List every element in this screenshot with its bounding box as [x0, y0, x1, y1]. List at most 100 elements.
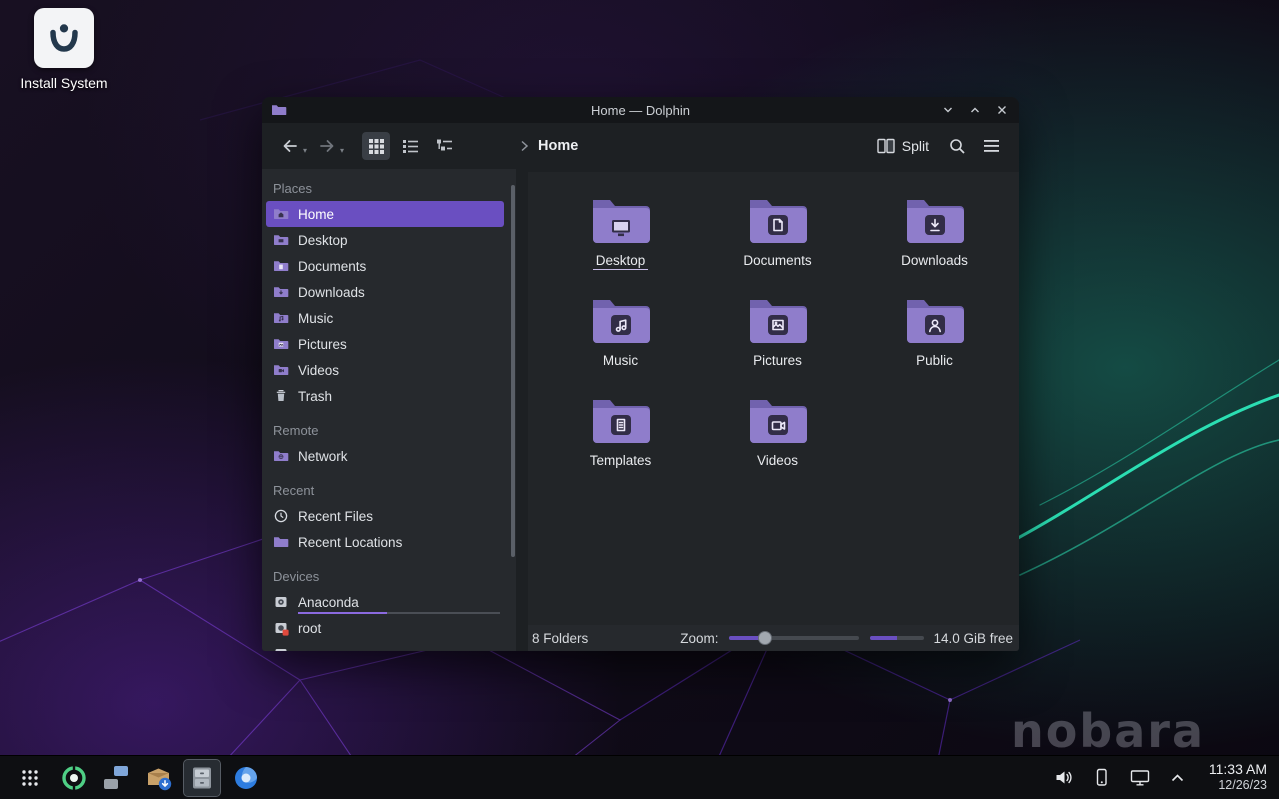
- window-title: Home — Dolphin: [262, 103, 1019, 118]
- titlebar[interactable]: Home — Dolphin: [262, 97, 1019, 123]
- software-updates-button[interactable]: [140, 760, 176, 796]
- sidebar-item-label: Videos: [298, 363, 339, 378]
- sidebar-item-recent-locations[interactable]: Recent Locations: [266, 529, 504, 555]
- sidebar-item-music[interactable]: Music: [266, 305, 504, 331]
- sidebar-section-header-devices: Devices: [262, 563, 508, 589]
- browser-task-button[interactable]: [228, 760, 264, 796]
- music-folder-icon: [589, 294, 653, 346]
- sidebar-item-label: Recent Files: [298, 509, 373, 524]
- sidebar-item-label: root: [298, 621, 321, 636]
- folder-label: Pictures: [750, 353, 805, 369]
- sidebar-item-anaconda[interactable]: Anaconda: [266, 589, 504, 615]
- sidebar-item-home[interactable]: Home: [266, 201, 504, 227]
- sidebar-item-network[interactable]: Network: [266, 443, 504, 469]
- zoom-slider[interactable]: [729, 630, 859, 646]
- sidebar-item-label: Anaconda: [298, 595, 359, 610]
- split-view-icon: [877, 138, 895, 154]
- sidebar-item-videos[interactable]: Videos: [266, 357, 504, 383]
- sidebar-item-recent-files[interactable]: Recent Files: [266, 503, 504, 529]
- maximize-button[interactable]: [968, 103, 982, 117]
- folder-pictures[interactable]: Pictures: [699, 288, 856, 388]
- folder-view[interactable]: Desktop Documents Downloads Music Pictures Pu…: [528, 172, 1019, 625]
- folder-music-icon: [273, 310, 289, 326]
- device-usage-bar: [298, 612, 500, 614]
- sidebar-item-label: Downloads: [298, 285, 365, 300]
- package-update-icon: [145, 764, 172, 791]
- folder-home-icon: [273, 206, 289, 222]
- sidebar-item-label: Home: [298, 207, 334, 222]
- forward-button[interactable]: [313, 132, 341, 160]
- close-button[interactable]: [995, 103, 1009, 117]
- pictures-folder-icon: [746, 294, 810, 346]
- folder-public[interactable]: Public: [856, 288, 1013, 388]
- nobara-logo-icon: [60, 764, 88, 792]
- file-manager-icon: [189, 765, 215, 791]
- forward-dropdown-caret[interactable]: ▾: [340, 146, 344, 155]
- minimize-button[interactable]: [941, 103, 955, 117]
- sidebar-item-partial[interactable]: [266, 641, 504, 651]
- dolphin-task-button[interactable]: [184, 760, 220, 796]
- install-system-shortcut[interactable]: Install System: [14, 8, 114, 91]
- sidebar-item-documents[interactable]: Documents: [266, 253, 504, 279]
- sidebar-section-header-recent: Recent: [262, 477, 508, 503]
- dolphin-window: Home — Dolphin ▾: [262, 97, 1019, 651]
- split-button[interactable]: Split: [869, 134, 937, 158]
- display-settings-icon[interactable]: [1125, 763, 1155, 793]
- sidebar-item-downloads[interactable]: Downloads: [266, 279, 504, 305]
- folder-videos[interactable]: Videos: [699, 388, 856, 488]
- folder-label: Documents: [740, 253, 814, 269]
- pager-widget[interactable]: [98, 760, 134, 796]
- folder-pictures-icon: [273, 336, 289, 352]
- back-button[interactable]: [276, 132, 304, 160]
- chevron-up-icon: [1170, 772, 1185, 784]
- sidebar-scrollbar[interactable]: [511, 185, 515, 557]
- menu-button[interactable]: [977, 132, 1005, 160]
- folder-desktop[interactable]: Desktop: [542, 188, 699, 288]
- zoom-slider-handle[interactable]: [758, 631, 772, 645]
- drive-root-icon: [273, 620, 289, 636]
- breadcrumb-location[interactable]: Home: [538, 138, 578, 154]
- folder-network-icon: [273, 448, 289, 464]
- installer-icon: [34, 8, 94, 68]
- drive-icon: [273, 594, 289, 610]
- taskbar: 11:33 AM 12/26/23: [0, 755, 1279, 799]
- sidebar-item-label: Trash: [298, 389, 332, 404]
- back-dropdown-caret[interactable]: ▾: [303, 146, 307, 155]
- clock-icon: [273, 508, 289, 524]
- folder-music[interactable]: Music: [542, 288, 699, 388]
- folder-desktop-icon: [273, 232, 289, 248]
- device-connect-icon[interactable]: [1087, 763, 1117, 793]
- documents-folder-icon: [746, 194, 810, 246]
- details-view-button[interactable]: [430, 132, 458, 160]
- nobara-watermark: nobara: [1011, 704, 1205, 758]
- folder-documents[interactable]: Documents: [699, 188, 856, 288]
- browser-icon: [233, 765, 259, 791]
- icons-view-button[interactable]: [362, 132, 390, 160]
- volume-icon[interactable]: [1049, 763, 1079, 793]
- sidebar-item-desktop[interactable]: Desktop: [266, 227, 504, 253]
- search-button[interactable]: [943, 132, 971, 160]
- sidebar-item-root[interactable]: root: [266, 615, 504, 641]
- clock-widget[interactable]: 11:33 AM 12/26/23: [1209, 761, 1267, 794]
- sidebar-item-label: Recent Locations: [298, 535, 402, 550]
- statusbar: 8 Folders Zoom: 14.0 GiB free: [528, 625, 1019, 651]
- capacity-bar: [870, 636, 924, 640]
- install-system-label: Install System: [14, 75, 114, 91]
- app-grid-icon: [20, 768, 40, 788]
- toolbar: ▾ ▾: [262, 123, 1019, 169]
- places-panel: PlacesHomeDesktopDocumentsDownloadsMusic…: [262, 169, 508, 651]
- split-label: Split: [902, 138, 929, 154]
- trash-icon: [273, 388, 289, 404]
- sidebar-item-pictures[interactable]: Pictures: [266, 331, 504, 357]
- breadcrumb[interactable]: Home: [520, 138, 578, 154]
- folder-templates[interactable]: Templates: [542, 388, 699, 488]
- tray-expand-button[interactable]: [1163, 763, 1193, 793]
- compact-view-button[interactable]: [396, 132, 424, 160]
- app-launcher-button[interactable]: [12, 760, 48, 796]
- nobara-welcome-button[interactable]: [56, 760, 92, 796]
- hamburger-icon: [983, 139, 1000, 153]
- public-folder-icon: [903, 294, 967, 346]
- sidebar-item-trash[interactable]: Trash: [266, 383, 504, 409]
- folder-downloads[interactable]: Downloads: [856, 188, 1013, 288]
- folder-label: Music: [600, 353, 641, 369]
